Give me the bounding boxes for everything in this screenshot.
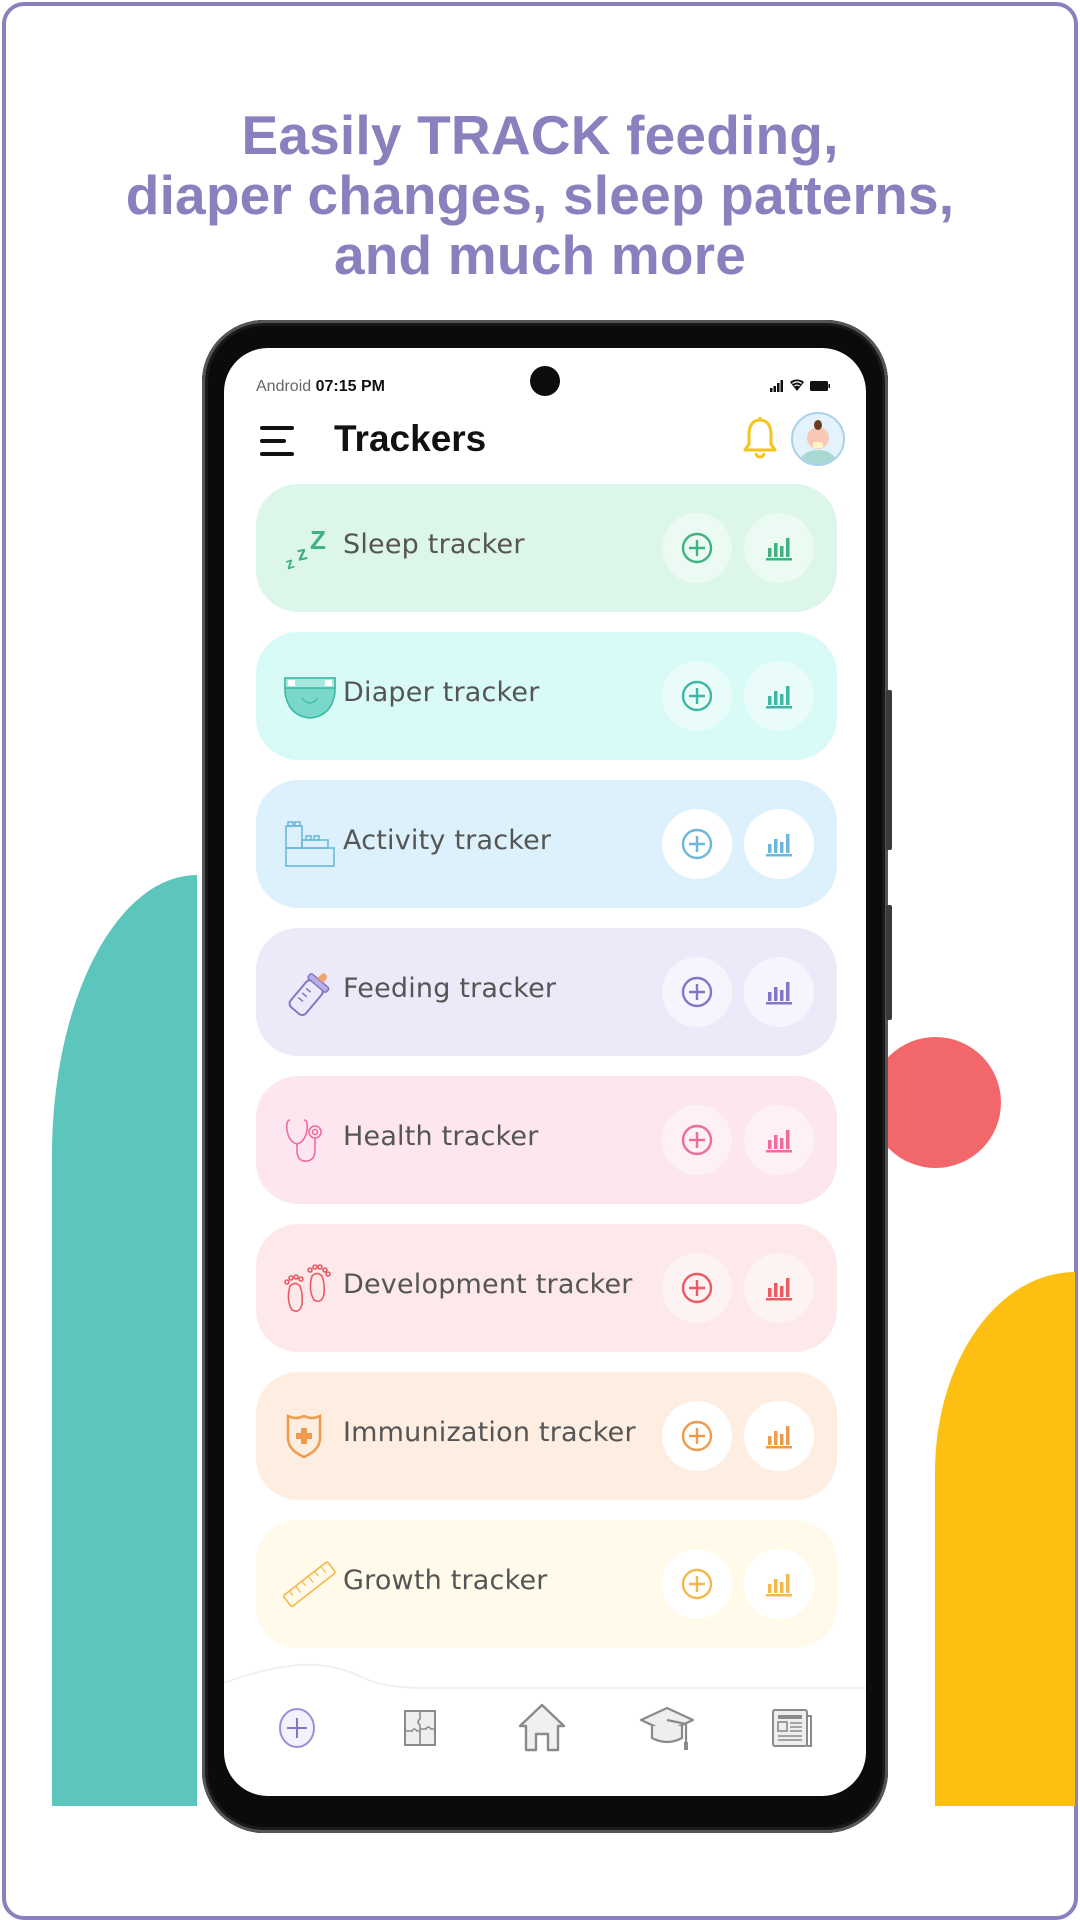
status-os-label: Android (256, 378, 312, 395)
svg-text:Z: Z (310, 525, 326, 555)
view-stats-button[interactable] (744, 661, 814, 731)
tracker-label: Sleep tracker (343, 529, 525, 560)
view-stats-button[interactable] (744, 957, 814, 1027)
nav-item-puzzle[interactable] (395, 1703, 445, 1753)
bar-chart-icon (765, 535, 793, 561)
view-stats-button[interactable] (744, 1549, 814, 1619)
bottom-navigation (224, 1683, 866, 1796)
home-icon (516, 1702, 568, 1754)
plus-circle-icon (680, 531, 714, 565)
tracker-card-sleep[interactable]: z z Z Sleep tracker (256, 484, 837, 612)
decor-coral-circle (870, 1037, 1001, 1168)
diaper-icon (282, 672, 338, 722)
tracker-label: Development tracker (343, 1269, 633, 1300)
ruler-icon (282, 1560, 338, 1610)
plus-circle-icon (680, 679, 714, 713)
tracker-card-growth[interactable]: Growth tracker (256, 1520, 837, 1648)
plus-circle-icon (680, 1123, 714, 1157)
add-entry-button[interactable] (662, 957, 732, 1027)
bar-chart-icon (765, 1275, 793, 1301)
building-blocks-icon (282, 820, 338, 870)
view-stats-button[interactable] (744, 1401, 814, 1471)
headline-line-3: and much more (333, 224, 747, 286)
graduation-cap-icon (639, 1704, 695, 1752)
tracker-card-immunization[interactable]: Immunization tracker (256, 1372, 837, 1500)
zzz-sleep-icon: zzZ (282, 524, 338, 574)
tracker-label: Growth tracker (343, 1565, 548, 1596)
svg-text:z: z (284, 555, 297, 574)
tracker-card-feeding[interactable]: Feeding tracker (256, 928, 837, 1056)
view-stats-button[interactable] (744, 1105, 814, 1175)
tracker-card-development[interactable]: Development tracker (256, 1224, 837, 1352)
front-camera (530, 366, 560, 396)
bar-chart-icon (765, 831, 793, 857)
add-entry-button[interactable] (662, 1549, 732, 1619)
bell-icon[interactable] (741, 416, 779, 462)
bar-chart-icon (765, 1127, 793, 1153)
newspaper-icon (769, 1706, 815, 1750)
view-stats-button[interactable] (744, 513, 814, 583)
plus-circle-icon (680, 975, 714, 1009)
svg-text:z: z (295, 542, 309, 566)
add-entry-button[interactable] (662, 1105, 732, 1175)
decor-teal-arch (52, 875, 197, 1806)
signal-icon (770, 380, 783, 392)
plus-circle-icon (680, 1567, 714, 1601)
nav-item-home[interactable] (517, 1703, 567, 1753)
tracker-label: Immunization tracker (343, 1417, 636, 1448)
hamburger-menu-icon[interactable] (260, 424, 300, 458)
wifi-icon (790, 379, 804, 391)
nav-item-learn[interactable] (639, 1703, 695, 1753)
add-entry-button[interactable] (662, 661, 732, 731)
tracker-card-diaper[interactable]: Diaper tracker (256, 632, 837, 760)
bar-chart-icon (765, 1423, 793, 1449)
headline-text: Easily (241, 104, 418, 166)
nav-item-add[interactable] (272, 1703, 322, 1753)
plus-circle-icon (277, 1707, 317, 1749)
tracker-label: Diaper tracker (343, 677, 540, 708)
tracker-card-health[interactable]: Health tracker (256, 1076, 837, 1204)
headline-line-1: Easily TRACK feeding, (0, 105, 1080, 165)
app-header: Trackers (224, 410, 866, 470)
plus-circle-icon (680, 1419, 714, 1453)
stethoscope-icon (282, 1116, 338, 1166)
view-stats-button[interactable] (744, 1253, 814, 1323)
page-title: Trackers (334, 418, 487, 459)
status-icons (770, 378, 830, 392)
shield-plus-icon (282, 1412, 338, 1462)
bar-chart-icon (765, 979, 793, 1005)
tracker-card-activity[interactable]: Activity tracker (256, 780, 837, 908)
add-entry-button[interactable] (662, 809, 732, 879)
bar-chart-icon (765, 683, 793, 709)
nav-item-news[interactable] (767, 1703, 817, 1753)
tracker-label: Activity tracker (343, 825, 552, 856)
bar-chart-icon (765, 1571, 793, 1597)
status-time: 07:15 PM (315, 378, 385, 395)
baby-avatar-icon (800, 420, 836, 464)
headline-line-2: diaper changes, sleep patterns, (125, 164, 955, 226)
tracker-label: Health tracker (343, 1121, 539, 1152)
add-entry-button[interactable] (662, 1401, 732, 1471)
phone-screen: Android 07:15 PM Trackers z z Z Sleep tr… (224, 348, 866, 1796)
tracker-label: Feeding tracker (343, 973, 557, 1004)
headline-emphasis: TRACK (417, 104, 611, 166)
baby-avatar[interactable] (791, 412, 845, 466)
add-entry-button[interactable] (662, 1253, 732, 1323)
battery-icon (810, 381, 830, 391)
status-bar: Android 07:15 PM (256, 378, 385, 396)
phone-power-button (886, 905, 892, 1020)
plus-circle-icon (680, 1271, 714, 1305)
promo-headline: Easily TRACK feeding, diaper changes, sl… (0, 105, 1080, 285)
plus-circle-icon (680, 827, 714, 861)
phone-volume-button (886, 690, 892, 850)
baby-feet-icon (282, 1264, 338, 1314)
puzzle-icon (400, 1707, 440, 1749)
headline-text: feeding, (610, 104, 839, 166)
add-entry-button[interactable] (662, 513, 732, 583)
view-stats-button[interactable] (744, 809, 814, 879)
baby-bottle-icon (282, 968, 338, 1018)
